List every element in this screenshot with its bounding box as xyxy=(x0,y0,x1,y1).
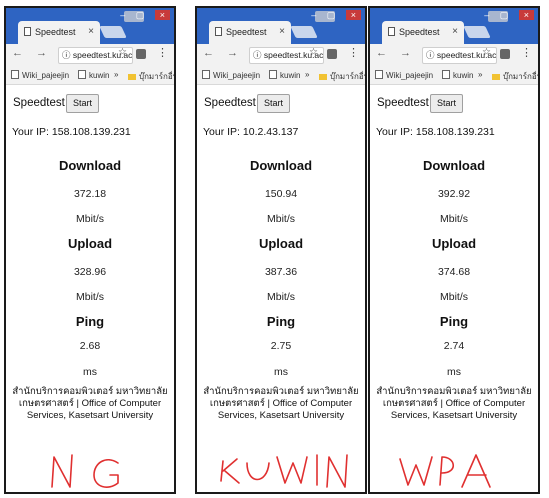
tab-close-icon[interactable]: × xyxy=(279,26,285,37)
address-bar: ← → C ⓘ speedtest.ku.ac. ☆ ⋮ xyxy=(197,44,365,66)
title-bar: Speedtest × – ▢ × xyxy=(6,8,174,44)
tab-title: Speedtest xyxy=(226,27,267,37)
new-tab-button[interactable] xyxy=(290,26,318,38)
browser-window-kuwin: Speedtest × – ▢ × ← → C ⓘ speedtest.ku.a… xyxy=(195,6,367,494)
bookmark-wiki[interactable]: Wiki_pajeejin xyxy=(375,70,433,80)
bookmark-wiki[interactable]: Wiki_pajeejin xyxy=(202,70,260,80)
bookmark-star-icon[interactable]: ☆ xyxy=(309,47,318,58)
bookmark-overflow[interactable]: » xyxy=(305,70,309,79)
tab-title: Speedtest xyxy=(35,27,76,37)
tab-close-icon[interactable]: × xyxy=(88,26,94,37)
bookmark-kuwin[interactable]: kuwin xyxy=(78,70,109,80)
browser-window-wpa: Speedtest × – ▢ × ← → C ⓘ speedtest.ku.a… xyxy=(368,6,540,494)
address-bar: ← → C ⓘ speedtest.ku.ac. ☆ ⋮ xyxy=(370,44,538,66)
new-tab-button[interactable] xyxy=(463,26,491,38)
bookmark-overflow[interactable]: » xyxy=(114,70,118,79)
close-window-icon[interactable]: × xyxy=(518,10,534,20)
close-window-icon[interactable]: × xyxy=(345,10,361,20)
page-icon xyxy=(215,27,222,36)
handwritten-label-ng xyxy=(51,454,119,488)
bookmark-other[interactable]: บุ๊กมาร์กอื่นๆ xyxy=(492,70,538,83)
page-icon xyxy=(388,27,395,36)
bookmark-kuwin[interactable]: kuwin xyxy=(442,70,473,80)
address-bar: ← → C ⓘ speedtest.ku.ac. ☆ ⋮ xyxy=(6,44,174,66)
new-tab-button[interactable] xyxy=(99,26,127,38)
menu-icon[interactable]: ⋮ xyxy=(348,46,359,59)
tab-title: Speedtest xyxy=(399,27,440,37)
title-bar: Speedtest × – ▢ × xyxy=(197,8,365,44)
tab-speedtest[interactable]: Speedtest × xyxy=(382,21,464,44)
bookmark-kuwin[interactable]: kuwin xyxy=(269,70,300,80)
bookmark-overflow[interactable]: » xyxy=(478,70,482,79)
tab-speedtest[interactable]: Speedtest × xyxy=(209,21,291,44)
bookmarks-bar: Wiki_pajeejin kuwin » บุ๊กมาร์กอื่นๆ xyxy=(6,66,174,85)
browser-window-ng: Speedtest × – ▢ × ← → C ⓘ speedtest.ku.a… xyxy=(4,6,176,494)
handwritten-label-kuwin xyxy=(220,454,348,488)
bookmarks-bar: Wiki_pajeejin kuwin » บุ๊กมาร์กอื่นๆ xyxy=(370,66,538,85)
extension-icon[interactable] xyxy=(327,49,337,59)
window-controls[interactable]: – ▢ × xyxy=(120,10,170,21)
extension-icon[interactable] xyxy=(136,49,146,59)
menu-icon[interactable]: ⋮ xyxy=(521,46,532,59)
menu-icon[interactable]: ⋮ xyxy=(157,46,168,59)
tab-close-icon[interactable]: × xyxy=(452,26,458,37)
window-controls[interactable]: – ▢ × xyxy=(311,10,361,21)
window-controls[interactable]: – ▢ × xyxy=(484,10,534,21)
bookmark-other[interactable]: บุ๊กมาร์กอื่นๆ xyxy=(319,70,365,83)
extension-icon[interactable] xyxy=(500,49,510,59)
handwritten-label-wpa xyxy=(399,454,491,488)
bookmark-other[interactable]: บุ๊กมาร์กอื่นๆ xyxy=(128,70,174,83)
bookmark-star-icon[interactable]: ☆ xyxy=(482,47,491,58)
page-icon xyxy=(24,27,31,36)
tab-speedtest[interactable]: Speedtest × xyxy=(18,21,100,44)
bookmark-star-icon[interactable]: ☆ xyxy=(118,47,127,58)
close-window-icon[interactable]: × xyxy=(154,10,170,20)
title-bar: Speedtest × – ▢ × xyxy=(370,8,538,44)
bookmarks-bar: Wiki_pajeejin kuwin » บุ๊กมาร์กอื่นๆ xyxy=(197,66,365,85)
bookmark-wiki[interactable]: Wiki_pajeejin xyxy=(11,70,69,80)
